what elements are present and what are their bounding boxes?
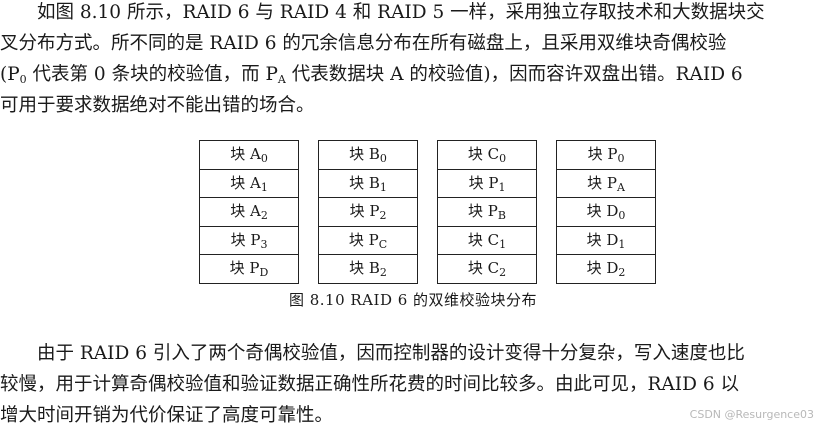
block-id: C — [487, 259, 500, 277]
block-id: D — [606, 202, 619, 220]
block-subscript: B — [497, 209, 506, 222]
block-id: P — [607, 145, 618, 163]
disk-block-cell: 块 C0 — [438, 141, 536, 170]
block-subscript: 1 — [379, 180, 387, 194]
block-subscript: D — [259, 266, 269, 279]
block-prefix: 块 — [230, 230, 251, 249]
block-subscript: 1 — [618, 237, 626, 251]
disk-block-cell: 块 P2 — [319, 198, 417, 227]
block-subscript: 1 — [499, 237, 507, 251]
disk-block-cell: 块 A1 — [200, 170, 298, 198]
block-subscript: 2 — [379, 266, 387, 279]
disk-1-column: 块 A0 块 A1 块 A2 块 P3 块 PD — [199, 140, 299, 284]
block-prefix: 块 — [348, 230, 369, 249]
block-prefix: 块 — [467, 230, 488, 249]
disk-3-column: 块 C0 块 P1 块 PB 块 C1 块 C2 — [437, 140, 537, 284]
disk-4-column: 块 P0 块 PA 块 D0 块 D1 块 D2 — [556, 140, 656, 284]
block-prefix: 块 — [468, 202, 488, 220]
block-id: D — [606, 230, 619, 249]
block-id: P — [488, 173, 499, 192]
block-prefix: 块 — [229, 259, 250, 277]
block-prefix: 块 — [467, 259, 488, 277]
disk-block-cell: 块 P0 — [557, 141, 655, 170]
block-subscript: 2 — [618, 266, 626, 279]
disk-block-cell: 块 PB — [438, 198, 536, 227]
block-prefix: 块 — [586, 259, 607, 277]
block-id: P — [606, 173, 617, 192]
line3-before-p0: (P — [0, 64, 20, 85]
paragraph-conclusion-line-2: 较慢，用于计算奇偶校验值和验证数据正确性所花费的时间比较多。由此可见，RAID … — [0, 374, 739, 395]
block-subscript: 2 — [379, 209, 387, 222]
block-subscript: 1 — [260, 180, 268, 194]
paragraph-conclusion-line-1: 由于 RAID 6 引入了两个奇偶校验值，因而控制器的设计变得十分复杂，写入速度… — [37, 343, 745, 364]
block-id: P — [487, 202, 498, 220]
block-prefix: 块 — [587, 173, 607, 192]
line3-after: 代表数据块 A 的校验值)，因而容许双盘出错。RAID 6 — [285, 64, 743, 85]
block-prefix: 块 — [586, 202, 607, 220]
disk-block-cell: 块 B1 — [319, 170, 417, 198]
block-subscript: 2 — [499, 266, 507, 279]
disk-block-cell: 块 D0 — [557, 198, 655, 227]
paragraph-intro-line-2: 叉分布方式。所不同的是 RAID 6 的冗余信息分布在所有磁盘上，且采用双维块奇… — [0, 33, 727, 54]
block-id: B — [368, 259, 380, 277]
disk-block-cell: 块 PA — [557, 170, 655, 198]
block-subscript: 0 — [499, 152, 507, 165]
block-id: P — [249, 259, 260, 277]
block-prefix: 块 — [349, 202, 370, 220]
block-id: P — [250, 230, 261, 249]
disk-block-cell: 块 D1 — [557, 227, 655, 255]
block-prefix: 块 — [230, 173, 250, 192]
disk-block-cell: 块 P3 — [200, 227, 298, 255]
p0-subscript: 0 — [19, 73, 27, 86]
paragraph-intro-line-1: 如图 8.10 所示，RAID 6 与 RAID 4 和 RAID 5 一样，采… — [37, 2, 765, 23]
block-prefix: 块 — [349, 173, 369, 192]
block-prefix: 块 — [586, 230, 607, 249]
block-id: P — [368, 230, 379, 249]
disk-block-cell: 块 PC — [319, 227, 417, 255]
figure-caption: 图 8.10 RAID 6 的双维校验块分布 — [288, 291, 538, 309]
watermark: CSDN @Resurgence03 — [689, 408, 814, 421]
block-id: A — [249, 202, 261, 220]
block-id: P — [369, 202, 380, 220]
block-subscript: 2 — [260, 209, 268, 222]
block-subscript: 3 — [260, 237, 268, 251]
disk-block-cell: 块 C1 — [438, 227, 536, 255]
block-id: A — [249, 145, 261, 163]
disk-block-cell: 块 P1 — [438, 170, 536, 198]
block-id: B — [368, 173, 380, 192]
block-prefix: 块 — [230, 202, 250, 220]
paragraph-intro: 如图 8.10 所示，RAID 6 与 RAID 4 和 RAID 5 一样，采… — [0, 0, 826, 121]
block-subscript: 0 — [618, 209, 626, 222]
line3-mid: 代表第 0 条块的校验值，而 P — [26, 64, 278, 85]
disk-block-cell: 块 PD — [200, 255, 298, 283]
block-subscript: A — [616, 180, 625, 194]
block-subscript: 0 — [617, 152, 625, 165]
block-prefix: 块 — [230, 145, 250, 163]
block-prefix: 块 — [467, 145, 488, 163]
block-id: B — [368, 145, 380, 163]
block-id: D — [606, 259, 619, 277]
block-id: C — [487, 145, 500, 163]
block-id: A — [249, 173, 261, 192]
paragraph-intro-line-4: 可用于要求数据绝对不能出错的场合。 — [0, 95, 315, 116]
block-subscript: C — [378, 237, 388, 251]
disk-block-cell: 块 B2 — [319, 255, 417, 283]
block-subscript: 1 — [498, 180, 506, 194]
disk-block-cell: 块 A0 — [200, 141, 298, 170]
block-prefix: 块 — [587, 145, 608, 163]
disk-block-cell: 块 A2 — [200, 198, 298, 227]
block-prefix: 块 — [349, 259, 369, 277]
block-id: C — [487, 230, 500, 249]
block-prefix: 块 — [468, 173, 489, 192]
block-prefix: 块 — [349, 145, 369, 163]
paragraph-intro-line-3: (P0 代表第 0 条块的校验值，而 PA 代表数据块 A 的校验值)，因而容许… — [0, 59, 826, 90]
pa-subscript: A — [277, 73, 286, 86]
disk-block-cell: 块 D2 — [557, 255, 655, 283]
block-subscript: 0 — [379, 152, 387, 165]
block-subscript: 0 — [260, 152, 268, 165]
raid6-block-figure: 块 A0 块 A1 块 A2 块 P3 块 PD 块 B0 块 B1 块 P2 块 PC 块 B… — [0, 140, 826, 284]
disk-block-cell: 块 B0 — [319, 141, 417, 170]
disk-2-column: 块 B0 块 B1 块 P2 块 PC 块 B2 — [318, 140, 418, 284]
disk-block-cell: 块 C2 — [438, 255, 536, 283]
